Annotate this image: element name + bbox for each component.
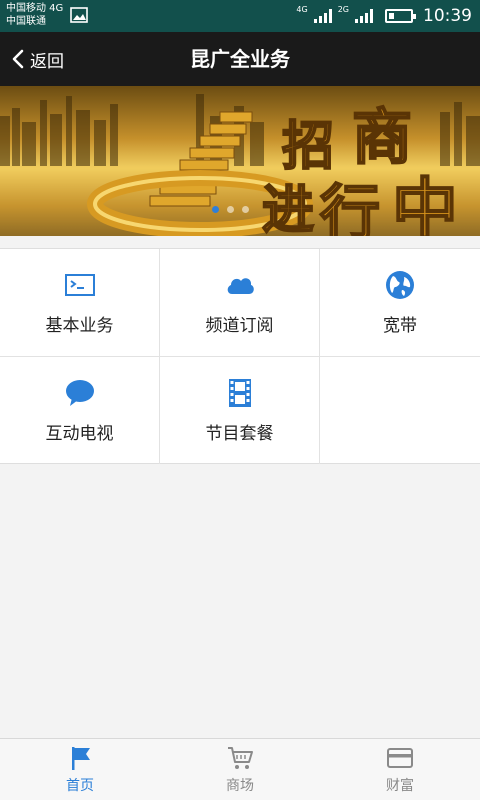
network-type-1: 4G <box>296 4 308 14</box>
nav-label: 首页 <box>66 777 94 794</box>
nav-label: 财富 <box>386 777 414 794</box>
back-button[interactable]: 返回 <box>10 32 64 86</box>
signal-strength-icon-2 <box>355 9 373 23</box>
nav-mall[interactable]: 商场 <box>160 739 320 800</box>
service-label: 宽带 <box>383 316 417 336</box>
svg-text:中: 中 <box>392 171 458 236</box>
service-label: 节目套餐 <box>205 424 274 444</box>
carrier-info: 中国移动 4G 中国联通 <box>6 2 63 28</box>
gallery-notification-icon <box>70 7 88 23</box>
service-program-package[interactable]: 节目套餐 <box>160 357 320 464</box>
carousel-dot[interactable] <box>242 206 249 213</box>
service-grid: 基本业务 频道订阅 宽带 互动电视 节目套餐 <box>0 248 480 464</box>
service-interactive-tv[interactable]: 互动电视 <box>0 357 160 464</box>
signal-strength-icon <box>313 9 332 23</box>
empty-cell <box>320 357 480 464</box>
nav-home[interactable]: 首页 <box>0 739 160 800</box>
film-icon <box>228 379 251 407</box>
clock: 10:39 <box>423 6 472 26</box>
cloud-icon <box>227 278 254 294</box>
status-indicators: 4G 2G 10:39 <box>296 0 472 32</box>
chevron-left-icon <box>12 49 24 69</box>
svg-text:行: 行 <box>320 179 380 236</box>
svg-text:商: 商 <box>352 103 412 173</box>
network-type-2: 2G <box>337 4 349 14</box>
nav-label: 商场 <box>226 777 254 794</box>
back-label: 返回 <box>30 51 64 72</box>
carousel-dot[interactable] <box>227 206 234 213</box>
service-label: 互动电视 <box>45 424 114 444</box>
bottom-nav: 首页 商场 财富 <box>0 738 480 800</box>
service-channel-subscription[interactable]: 频道订阅 <box>160 249 320 357</box>
banner-image: 招 商 进 行 中 <box>0 94 480 236</box>
page-title: 昆广全业务 <box>190 47 290 71</box>
svg-text:进: 进 <box>262 181 314 236</box>
terminal-icon <box>64 274 95 296</box>
title-bar: 返回 昆广全业务 <box>0 32 480 86</box>
carousel-indicator <box>212 206 249 213</box>
battery-icon <box>385 9 416 23</box>
service-broadband[interactable]: 宽带 <box>320 249 480 357</box>
globe-icon <box>386 271 414 299</box>
promo-banner[interactable]: 招 商 进 行 中 <box>0 86 480 236</box>
service-label: 频道订阅 <box>205 316 274 336</box>
nav-wealth[interactable]: 财富 <box>320 739 480 800</box>
flag-icon <box>72 746 90 770</box>
cart-icon <box>228 746 253 769</box>
carrier-2: 中国联通 <box>6 16 46 27</box>
chat-bubble-icon <box>65 380 94 406</box>
carousel-dot[interactable] <box>212 206 219 213</box>
card-icon <box>387 747 413 768</box>
status-bar: 中国移动 4G 中国联通 4G 2G 10:39 <box>0 0 480 32</box>
service-basic[interactable]: 基本业务 <box>0 249 160 357</box>
svg-text:招: 招 <box>282 117 334 177</box>
service-label: 基本业务 <box>45 316 114 336</box>
carrier-1: 中国移动 4G <box>6 3 64 14</box>
